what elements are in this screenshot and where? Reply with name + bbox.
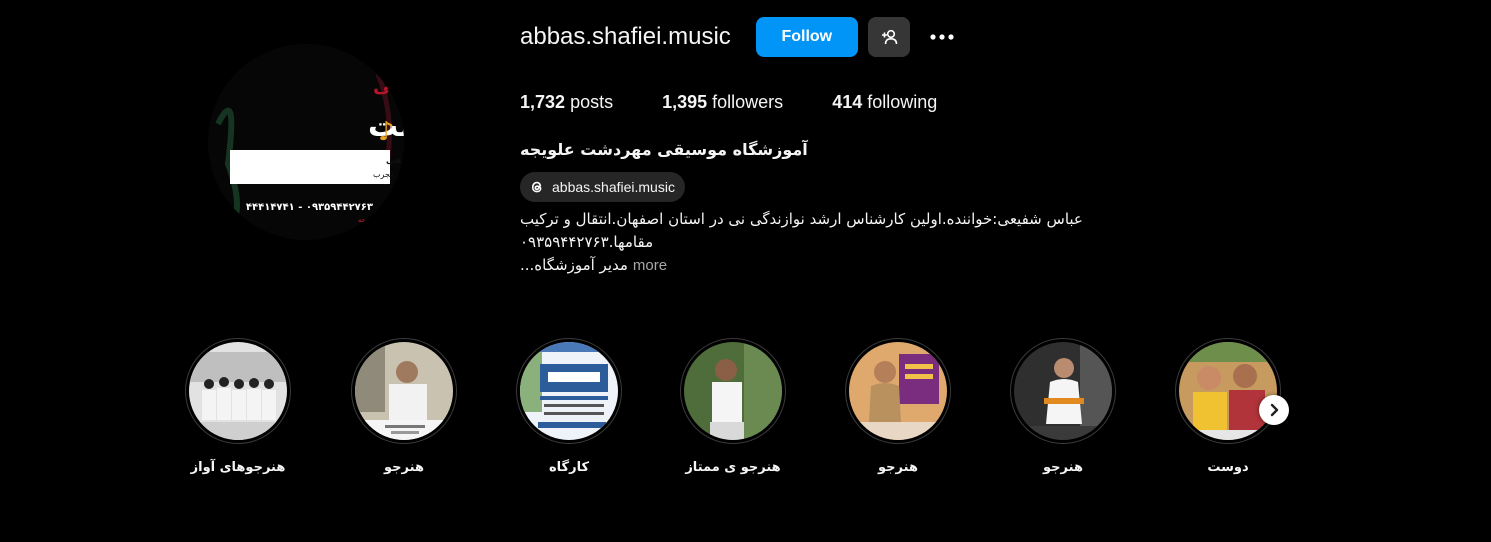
followers-count: 1,395 [662, 92, 708, 112]
highlight-label: هنرجوهای آواز [190, 460, 286, 475]
highlight-item[interactable]: کارگاه [514, 338, 624, 475]
profile-username: abbas.shafiei.music [520, 23, 731, 50]
following-count: 414 [832, 92, 863, 112]
person-plus-icon [879, 27, 899, 47]
threads-icon [528, 178, 546, 196]
following-stat[interactable]: 414 following [832, 92, 937, 113]
highlight-label: کارگاه [548, 460, 590, 475]
followers-stat[interactable]: 1,395 followers [662, 92, 783, 113]
highlight-ring [516, 338, 622, 444]
ellipsis-icon [929, 33, 955, 41]
highlight-label: هنرجو [1043, 460, 1083, 475]
highlight-ring [351, 338, 457, 444]
highlight-ring [185, 338, 291, 444]
highlight-label: هنرجو [878, 460, 918, 475]
profile-header: abbas.shafiei.music Follow [520, 16, 958, 58]
highlight-item[interactable]: هنرجو [843, 338, 953, 475]
profile-bio: عباس شفیعی:خواننده.اولین کارشناس ارشد نو… [520, 208, 1160, 277]
svg-text:مدیر مسئول: عباس شفیعی علویجه: مدیر مسئول: عباس شفیعی علویجه [358, 216, 404, 224]
svg-text:♪: ♪ [378, 117, 395, 147]
highlight-cover [520, 342, 618, 440]
profile-stats: 1,732 posts 1,395 followers 414 followin… [520, 92, 986, 113]
bio-line-3: مدیر آموزشگاه... [520, 256, 628, 274]
follow-button[interactable]: Follow [755, 17, 858, 57]
highlight-cover [684, 342, 782, 440]
bio-line-1: عباس شفیعی:خواننده.اولین کارشناس ارشد نو… [520, 210, 1083, 228]
highlight-ring [1010, 338, 1116, 444]
posts-label: posts [570, 92, 614, 112]
highlight-cover [1014, 342, 1112, 440]
svg-text:آموزشگاه آزاد موسیقی: آموزشگاه آزاد موسیقی [373, 73, 404, 97]
chevron-right-icon [1268, 403, 1280, 417]
following-label: following [867, 92, 938, 112]
highlight-label: دوست [1207, 460, 1249, 475]
followers-label: followers [712, 92, 784, 112]
highlight-label: هنرجو [384, 460, 424, 475]
highlight-cover [1179, 342, 1277, 440]
profile-avatar[interactable]: آموزشگاه آزاد موسیقی مهردشت ♪ اولین وتنه… [208, 44, 404, 240]
highlight-label: هنرجو ی ممتاز [685, 460, 781, 475]
highlight-ring [845, 338, 951, 444]
svg-text:۴۴۴۱۴۷۴۱ - ۰۹۳۵۹۴۴۲۷۶۳: ۴۴۴۱۴۷۴۱ - ۰۹۳۵۹۴۴۲۷۶۳ [246, 202, 373, 213]
highlight-cover [849, 342, 947, 440]
avatar-logo-image: آموزشگاه آزاد موسیقی مهردشت ♪ اولین وتنه… [208, 44, 404, 240]
highlights-next-button[interactable] [1259, 395, 1289, 425]
suggested-accounts-button[interactable] [867, 17, 910, 57]
svg-text:علویجه، خیابان امام ، نبه راه: علویجه، خیابان امام ، نبه راه شهید رجائی… [390, 190, 404, 198]
highlight-item[interactable]: هنرجو ی ممتاز [678, 338, 788, 475]
profile-full-name: آموزشگاه موسیقی مهردشت علویجه [520, 140, 808, 159]
threads-handle: abbas.shafiei.music [552, 179, 675, 195]
highlight-item[interactable]: هنرجوهای آواز [183, 338, 293, 475]
posts-stat: 1,732 posts [520, 92, 613, 113]
posts-count: 1,732 [520, 92, 566, 112]
highlight-ring [1175, 338, 1281, 444]
more-options-button[interactable] [926, 21, 958, 53]
bio-line-2: مقامها.۰۹۳۵۹۴۴۲۷۶۳ [520, 233, 654, 251]
svg-text:در منطقه مهردشت با مربیان مجرب: در منطقه مهردشت با مربیان مجرب [373, 170, 404, 179]
highlight-item[interactable]: هنرجو [349, 338, 459, 475]
highlight-cover [189, 342, 287, 440]
highlight-item[interactable]: هنرجو [1008, 338, 1118, 475]
svg-text:اولین وتنها مرکز تخصصی آموزش م: اولین وتنها مرکز تخصصی آموزش موسیقی [386, 154, 404, 166]
bio-line-3-row: مدیر آموزشگاه... more [520, 254, 1160, 277]
highlight-cover [355, 342, 453, 440]
bio-more-link[interactable]: more [633, 257, 667, 274]
threads-link[interactable]: abbas.shafiei.music [520, 172, 685, 202]
highlight-ring [680, 338, 786, 444]
